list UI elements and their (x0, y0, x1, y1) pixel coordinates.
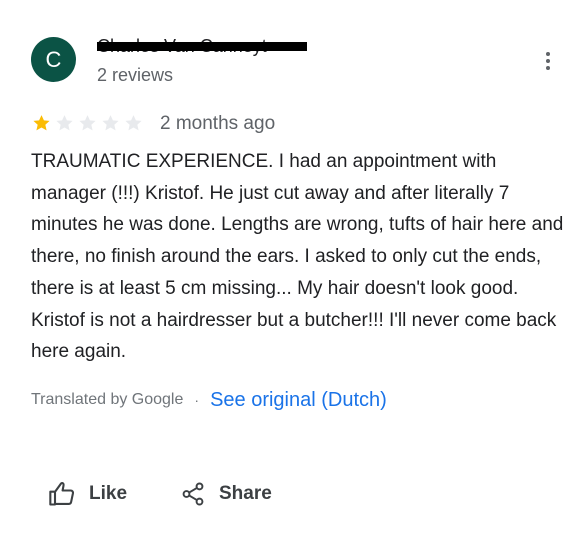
review-card: C Charles Van Canneyt 2 reviews 2 months… (0, 0, 588, 550)
share-icon (180, 481, 206, 507)
share-button[interactable]: Share (180, 478, 272, 510)
name-redaction-bar (97, 42, 307, 51)
star-empty-icon (125, 115, 142, 131)
like-label: Like (89, 483, 128, 504)
translation-row: Translated by Google · See original (Dut… (31, 386, 387, 414)
more-options-button[interactable] (536, 48, 560, 74)
star-filled-icon (33, 115, 50, 131)
review-count: 2 reviews (97, 65, 174, 85)
avatar[interactable]: C (31, 37, 76, 82)
star-empty-icon (102, 115, 119, 131)
star-empty-icon (56, 115, 73, 131)
star-rating (30, 113, 145, 133)
star-empty-icon (79, 115, 96, 131)
avatar-letter: C (45, 47, 62, 72)
thumbs-up-icon (48, 480, 76, 508)
like-button[interactable]: Like (48, 478, 127, 510)
share-label: Share (219, 483, 272, 504)
review-text: TRAUMATIC EXPERIENCE. I had an appointme… (31, 151, 564, 363)
translated-by-label: Translated by Google (31, 391, 184, 408)
see-original-link[interactable]: See original (Dutch) (210, 389, 387, 412)
review-time: 2 months ago (160, 113, 276, 134)
separator-dot: · (194, 392, 200, 408)
